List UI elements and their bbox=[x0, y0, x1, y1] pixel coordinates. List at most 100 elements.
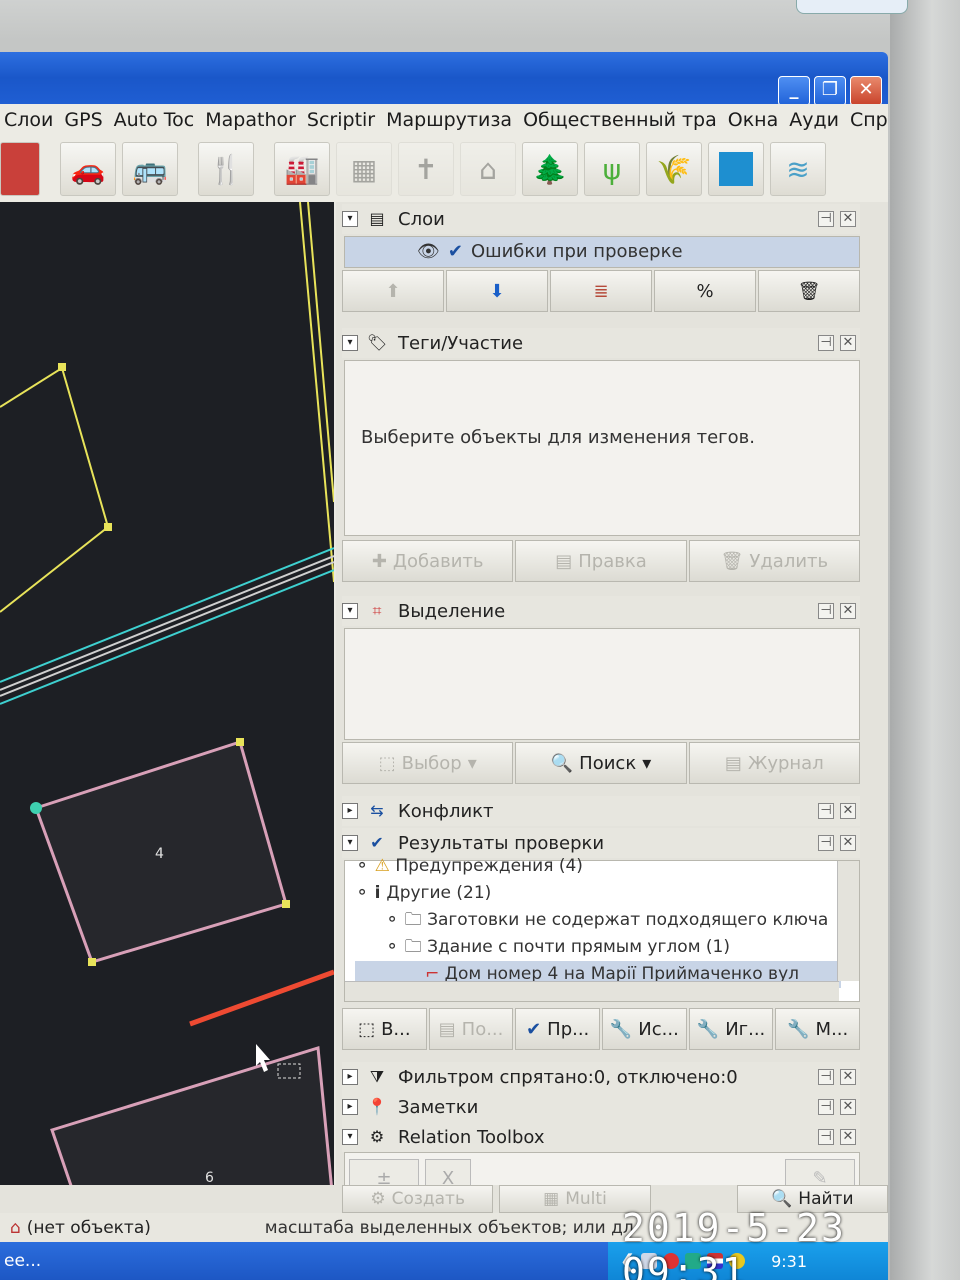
road-edge bbox=[307, 202, 334, 503]
delete-layer-button[interactable]: 🗑 bbox=[758, 270, 860, 312]
selection-panel-header[interactable]: ▾ ⌗ Выделение ⊣ ✕ bbox=[342, 596, 860, 626]
folder-icon: 🗀 bbox=[404, 937, 428, 957]
search-icon: 🔍 bbox=[550, 752, 574, 774]
delete-tag-button[interactable]: 🗑 Удалить bbox=[688, 540, 860, 582]
map-view[interactable]: 4 6 bbox=[0, 202, 334, 1212]
collapse-icon[interactable]: ▾ bbox=[342, 1129, 358, 1145]
menu-auto-tools[interactable]: Auto Toc bbox=[114, 109, 202, 131]
menu-mapathor[interactable]: Mapathor bbox=[205, 109, 303, 131]
pin-icon[interactable]: ⊣ bbox=[818, 211, 834, 227]
wetland-preset-button[interactable]: ≋ bbox=[770, 142, 826, 196]
water-preset-button[interactable] bbox=[708, 142, 764, 196]
menu-routing[interactable]: Маршрутиза bbox=[386, 109, 519, 131]
edit-tag-button[interactable]: ▤ Правка bbox=[515, 540, 687, 582]
pin-icon[interactable]: ⊣ bbox=[818, 803, 834, 819]
ignore-button[interactable]: 🔧 Иг... bbox=[688, 1008, 774, 1050]
close-button[interactable]: ✕ bbox=[850, 76, 882, 106]
opacity-button[interactable]: % bbox=[654, 270, 756, 312]
selection-list[interactable] bbox=[344, 628, 860, 740]
food-preset-button[interactable]: 🍴 bbox=[198, 142, 254, 196]
landuse-preset-button[interactable]: ▦ bbox=[336, 142, 392, 196]
panel-controls: ⊣ ✕ bbox=[818, 803, 856, 819]
more-button[interactable]: 🔧 М... bbox=[775, 1008, 861, 1050]
filter-panel-header[interactable]: ▸ ⧩ Фильтром спрятано:0, отключено:0 ⊣ ✕ bbox=[342, 1062, 860, 1092]
tree-item-warnings[interactable]: ⚬ ⚠ Предупреждения (4) bbox=[355, 853, 841, 880]
lookup-button[interactable]: ▤ По... bbox=[428, 1008, 514, 1050]
cemetery-preset-button[interactable]: ✝ bbox=[398, 142, 454, 196]
conflict-icon: ⇆ bbox=[370, 801, 384, 820]
checkmark-icon: ✔ bbox=[526, 1018, 542, 1040]
collapse-icon[interactable]: ▾ bbox=[342, 603, 358, 619]
grass-preset-button[interactable]: ψ bbox=[584, 142, 640, 196]
close-icon[interactable]: ✕ bbox=[840, 835, 856, 851]
menu-gps[interactable]: GPS bbox=[64, 109, 109, 131]
menu-help[interactable]: Справ bbox=[850, 109, 888, 131]
notes-panel-header[interactable]: ▸ 📍 Заметки ⊣ ✕ bbox=[342, 1092, 860, 1122]
move-up-button[interactable]: ⬆ bbox=[342, 270, 444, 312]
forest-preset-button[interactable]: 🌲 bbox=[522, 142, 578, 196]
collapse-icon[interactable]: ▾ bbox=[342, 211, 358, 227]
move-down-button[interactable]: ⬇ bbox=[446, 270, 548, 312]
history-button[interactable]: ▤ Журнал bbox=[688, 742, 860, 784]
expand-icon[interactable]: ▸ bbox=[342, 1069, 358, 1085]
eye-icon[interactable]: 👁 bbox=[417, 241, 440, 262]
farmland-preset-button[interactable]: 🌾 bbox=[646, 142, 702, 196]
pin-icon[interactable]: ⊣ bbox=[818, 335, 834, 351]
collapse-icon[interactable]: ▾ bbox=[342, 835, 358, 851]
layer-row[interactable]: 👁 ✔ Ошибки при проверке bbox=[417, 241, 683, 262]
horizontal-scrollbar[interactable] bbox=[345, 981, 839, 1001]
tree-item-building-angle[interactable]: ⚬ 🗀 Здание с почти прямым углом (1) bbox=[355, 934, 841, 961]
bus-preset-button[interactable]: 🚌 bbox=[122, 142, 178, 196]
menu-scripting[interactable]: Scriptir bbox=[307, 109, 382, 131]
wall-preset-button[interactable] bbox=[0, 142, 40, 196]
fix-button[interactable]: 🔧 Ис... bbox=[602, 1008, 687, 1050]
minimize-button[interactable]: _ bbox=[778, 76, 810, 106]
pin-icon[interactable]: ⊣ bbox=[818, 1099, 834, 1115]
menu-windows[interactable]: Окна bbox=[728, 109, 786, 131]
merge-layer-button[interactable]: ≣ bbox=[550, 270, 652, 312]
maximize-button[interactable]: ❐ bbox=[814, 76, 846, 106]
tree-item-others[interactable]: ⚬ i Другие (21) bbox=[355, 880, 841, 907]
collapse-icon[interactable]: ▾ bbox=[342, 335, 358, 351]
search-button[interactable]: 🔍 Поиск ▾ bbox=[515, 742, 687, 784]
vertical-scrollbar[interactable] bbox=[837, 861, 859, 981]
validate-button[interactable]: ✔ Пр... bbox=[515, 1008, 601, 1050]
menu-public-transport[interactable]: Общественный тра bbox=[523, 109, 724, 131]
node-marker bbox=[88, 958, 96, 966]
close-icon[interactable]: ✕ bbox=[840, 1099, 856, 1115]
close-icon[interactable]: ✕ bbox=[840, 1069, 856, 1085]
select-error-button[interactable]: ⬚ В... bbox=[342, 1008, 427, 1050]
select-icon: ⬚ bbox=[378, 752, 396, 774]
close-icon[interactable]: ✕ bbox=[840, 603, 856, 619]
expand-icon[interactable]: ▸ bbox=[342, 803, 358, 819]
close-icon[interactable]: ✕ bbox=[840, 803, 856, 819]
validation-panel-title: Результаты проверки bbox=[398, 832, 605, 854]
pin-icon[interactable]: ⊣ bbox=[818, 1129, 834, 1145]
select-button[interactable]: ⬚ Выбор ▾ bbox=[342, 742, 514, 784]
pin-icon[interactable]: ⊣ bbox=[818, 1069, 834, 1085]
multi-icon: ▦ bbox=[543, 1189, 560, 1209]
conflict-panel-header[interactable]: ▸ ⇆ Конфликт ⊣ ✕ bbox=[342, 796, 860, 826]
relation-panel-header[interactable]: ▾ ⚙ Relation Toolbox ⊣ ✕ bbox=[342, 1122, 860, 1152]
close-icon[interactable]: ✕ bbox=[840, 335, 856, 351]
add-tag-button[interactable]: ✚ Добавить bbox=[342, 540, 514, 582]
industrial-preset-button[interactable]: 🏭 bbox=[274, 142, 330, 196]
window-controls: _ ❐ ✕ bbox=[778, 76, 882, 106]
water-square-icon bbox=[719, 152, 753, 186]
pin-icon[interactable]: ⊣ bbox=[818, 603, 834, 619]
taskbar-item[interactable]: ee... bbox=[4, 1251, 41, 1271]
expand-icon[interactable]: ▸ bbox=[342, 1099, 358, 1115]
tags-panel-header[interactable]: ▾ 🏷 Теги/Участие ⊣ ✕ bbox=[342, 328, 860, 358]
close-icon[interactable]: ✕ bbox=[840, 211, 856, 227]
tree-item-presets[interactable]: ⚬ 🗀 Заготовки не содержат подходящего кл… bbox=[355, 907, 841, 934]
pin-icon[interactable]: ⊣ bbox=[818, 835, 834, 851]
farmyard-preset-button[interactable]: ⌂ bbox=[460, 142, 516, 196]
selected-node[interactable] bbox=[30, 802, 42, 814]
menu-audio[interactable]: Ауди bbox=[789, 109, 846, 131]
close-icon[interactable]: ✕ bbox=[840, 1129, 856, 1145]
menu-layers[interactable]: Слои bbox=[4, 109, 60, 131]
window-titlebar: _ ❐ ✕ bbox=[0, 52, 888, 106]
create-relation-button[interactable]: ⚙ Создать bbox=[342, 1185, 494, 1213]
car-preset-button[interactable]: 🚗 bbox=[60, 142, 116, 196]
layers-panel-header[interactable]: ▾ ▤ Слои ⊣ ✕ bbox=[342, 204, 860, 234]
